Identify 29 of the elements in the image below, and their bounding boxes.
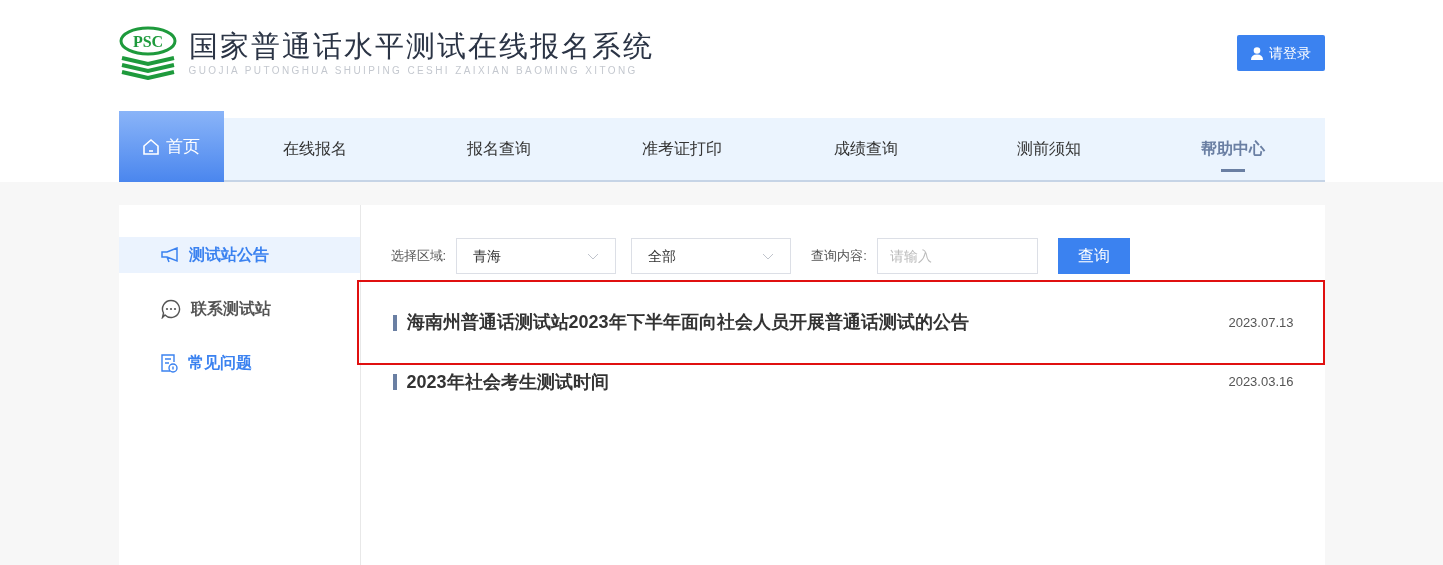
search-button[interactable]: 查询 xyxy=(1057,238,1130,274)
notice-title: 海南州普通话测试站2023年下半年面向社会人员开展普通话测试的公告 xyxy=(406,311,969,334)
site-title: 国家普通话水平测试在线报名系统 xyxy=(188,28,654,63)
notice-row[interactable]: 海南州普通话测试站2023年下半年面向社会人员开展普通话测试的公告 2023.07.13 xyxy=(356,280,1325,365)
scope-dropdown[interactable]: 全部 xyxy=(631,238,792,274)
region-label: 选择区域: xyxy=(390,247,447,266)
home-icon xyxy=(142,137,160,156)
region-dropdown[interactable]: 青海 xyxy=(456,238,617,274)
site-subtitle: GUOJIA PUTONGHUA SHUIPING CESHI ZAIXIAN BAOMING XITONG xyxy=(188,63,639,78)
bullet-bar xyxy=(392,374,397,390)
login-button[interactable]: 请登录 xyxy=(1236,35,1325,71)
notice-date: 2023.03.16 xyxy=(1228,373,1294,392)
notice-date: 2023.07.13 xyxy=(1228,313,1294,332)
chevron-down-icon xyxy=(587,252,600,260)
nav-tab[interactable]: 测前须知 xyxy=(957,118,1141,180)
user-icon xyxy=(1250,46,1263,60)
chat-icon xyxy=(160,299,181,319)
megaphone-icon xyxy=(160,247,179,263)
nav-tab[interactable]: 在线报名 xyxy=(223,118,407,180)
nav-tab[interactable]: 帮助中心 xyxy=(1141,118,1325,180)
chevron-down-icon xyxy=(762,252,775,260)
nav-tab[interactable]: 准考证打印 xyxy=(590,118,774,180)
query-field[interactable]: 请输入 xyxy=(876,238,1038,274)
bullet-bar xyxy=(392,314,397,331)
query-label: 查询内容: xyxy=(811,247,867,266)
nav-tab[interactable]: 报名查询 xyxy=(407,118,591,180)
document-info-icon xyxy=(160,353,178,373)
notice-title: 2023年社会考生测试时间 xyxy=(406,370,609,394)
nav-tab[interactable]: 成绩查询 xyxy=(774,118,958,180)
